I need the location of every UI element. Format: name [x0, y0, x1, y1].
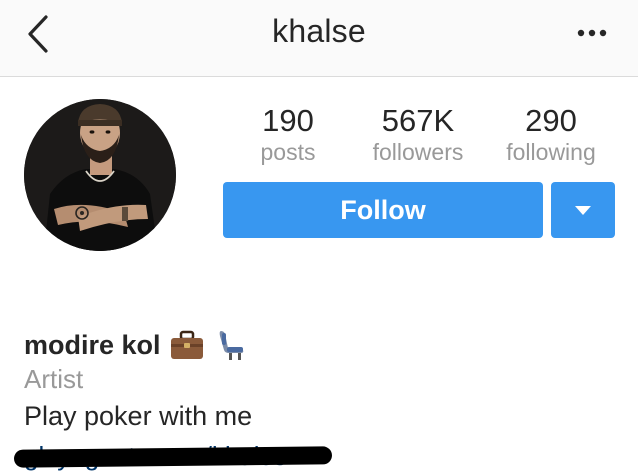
followers-value: 567K [381, 103, 455, 138]
posts-label: posts [260, 139, 316, 165]
bio-name-text: modire kol [24, 329, 161, 360]
followers-label: followers [372, 139, 464, 165]
suggested-users-dropdown-button[interactable] [551, 182, 615, 238]
profile-avatar[interactable] [24, 99, 176, 251]
following-label: following [506, 139, 596, 165]
profile-page: khalse 190 posts 567K followers 290 foll… [0, 0, 638, 473]
bio-category: Artist [24, 364, 84, 394]
following-value: 290 [525, 103, 577, 138]
follow-button-label: Follow [340, 194, 426, 225]
more-horizontal-icon [577, 29, 607, 37]
followers-count[interactable]: 567K followers [358, 103, 478, 165]
follow-button[interactable]: Follow [223, 182, 543, 238]
seat-icon [213, 328, 247, 362]
bio-display-name: modire kol [24, 328, 247, 362]
caret-down-icon [575, 205, 591, 215]
following-count[interactable]: 290 following [492, 103, 610, 165]
username-title: khalse [272, 13, 366, 49]
posts-value: 190 [262, 103, 314, 138]
bio-text: Play poker with me [24, 401, 253, 431]
briefcase-icon [169, 329, 205, 361]
top-nav-bar: khalse [0, 0, 638, 77]
posts-count: 190 posts [238, 103, 338, 165]
more-options-button[interactable] [572, 20, 612, 46]
avatar-image [24, 99, 176, 251]
redaction-mark [13, 446, 333, 468]
